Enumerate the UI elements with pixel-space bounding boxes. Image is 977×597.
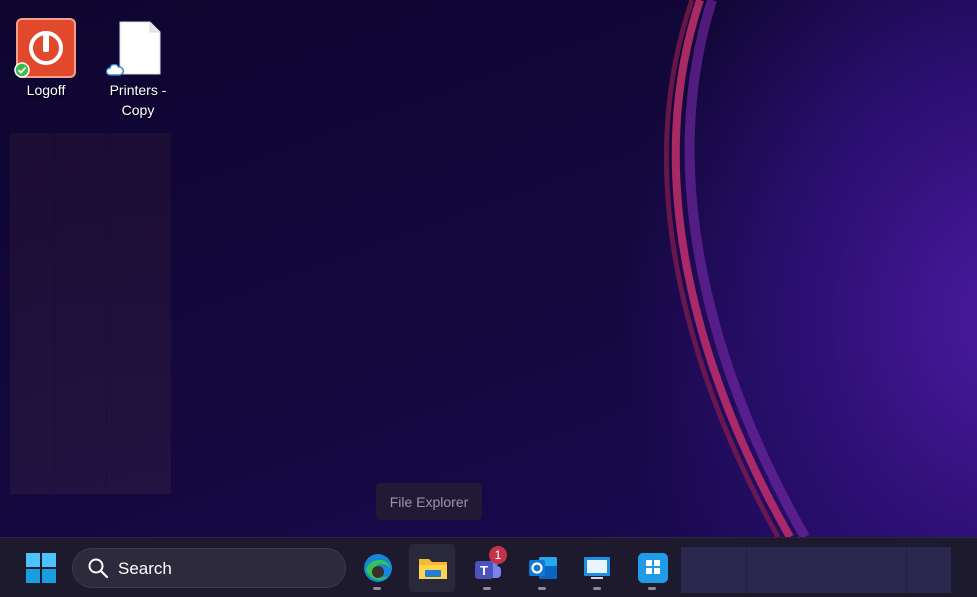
system-tray-placeholder[interactable] [681, 547, 951, 593]
folder-icon [419, 559, 447, 579]
running-indicator [483, 587, 491, 590]
edge-icon [364, 554, 392, 582]
taskbar-edge[interactable] [354, 544, 400, 592]
start-button[interactable] [18, 544, 64, 592]
notification-badge: 1 [489, 546, 507, 564]
search-label: Search [118, 559, 172, 578]
running-indicator [373, 587, 381, 590]
desktop-icon-logoff[interactable]: Logoff [8, 18, 84, 100]
taskbar-file-explorer[interactable] [409, 544, 455, 592]
running-indicator [538, 587, 546, 590]
search-icon [88, 558, 109, 579]
taskbar-outlook[interactable] [519, 544, 565, 592]
desktop-icon-label: Printers - Copy [109, 82, 167, 118]
ghost-window-remnant [10, 133, 171, 494]
running-indicator [593, 587, 601, 590]
file-explorer-tooltip: File Explorer [376, 483, 482, 520]
file-icon [106, 18, 168, 78]
desktop-icon-printers-copy[interactable]: Printers - Copy [100, 18, 176, 120]
desktop[interactable]: Logoff Printers - Copy File Explorer [0, 0, 977, 537]
cloud-icon [106, 64, 124, 76]
taskbar-store[interactable] [629, 544, 675, 592]
remote-desktop-icon [584, 557, 610, 579]
desktop-icon-label: Logoff [26, 82, 66, 98]
svg-text:T: T [480, 563, 488, 578]
windows-logo-icon [26, 553, 56, 583]
taskbar: Search T 1 [0, 537, 977, 597]
outlook-icon [529, 557, 557, 579]
running-indicator [648, 587, 656, 590]
sync-ok-icon [14, 62, 30, 78]
taskbar-teams[interactable]: T 1 [464, 544, 510, 592]
taskbar-search[interactable]: Search [72, 548, 346, 588]
power-icon [14, 18, 76, 78]
taskbar-remote-desktop[interactable] [574, 544, 620, 592]
store-icon [638, 553, 668, 583]
